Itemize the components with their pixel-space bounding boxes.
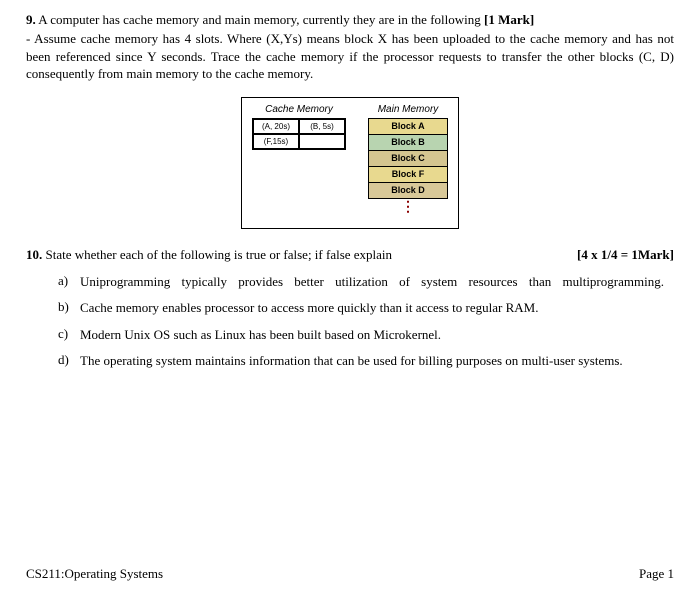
option-text: The operating system maintains informati…	[80, 352, 674, 370]
page-number: Page 1	[639, 566, 674, 582]
option-text: Modern Unix OS such as Linux has been bu…	[80, 326, 674, 344]
option-c: c) Modern Unix OS such as Linux has been…	[58, 326, 674, 344]
memory-block: Block B	[368, 134, 448, 151]
option-letter: c)	[58, 326, 80, 344]
option-d: d) The operating system maintains inform…	[58, 352, 674, 370]
cache-cell: (B, 5s)	[299, 119, 345, 134]
q9-body: - Assume cache memory has 4 slots. Where…	[26, 30, 674, 83]
cache-cell: (A, 20s)	[253, 119, 299, 134]
cache-row-1: (F,15s)	[253, 134, 345, 149]
option-text: Cache memory enables processor to access…	[80, 299, 674, 317]
page-footer: CS211:Operating Systems Page 1	[26, 566, 674, 582]
cache-section: Cache Memory (A, 20s) (B, 5s) (F,15s)	[252, 104, 346, 150]
q10-mark: [4 x 1/4 = 1Mark]	[577, 247, 674, 263]
ellipsis-icon: ⋮	[368, 198, 448, 218]
option-letter: d)	[58, 352, 80, 370]
q10-number: 10.	[26, 247, 42, 262]
memory-block: Block C	[368, 150, 448, 167]
q9-number: 9.	[26, 12, 36, 27]
course-code: CS211:Operating Systems	[26, 566, 163, 582]
q10-options: a) Uniprogramming typically provides bet…	[26, 273, 674, 370]
memory-block: Block A	[368, 118, 448, 135]
cache-title: Cache Memory	[265, 104, 333, 115]
q10-header: 10. State whether each of the following …	[26, 247, 674, 263]
option-letter: a)	[58, 273, 80, 291]
cache-row-0: (A, 20s) (B, 5s)	[253, 119, 345, 134]
cache-grid: (A, 20s) (B, 5s) (F,15s)	[252, 118, 346, 150]
memory-block: Block F	[368, 166, 448, 183]
cache-cell	[299, 134, 345, 149]
q10-intro: State whether each of the following is t…	[46, 247, 393, 262]
cache-cell: (F,15s)	[253, 134, 299, 149]
option-a: a) Uniprogramming typically provides bet…	[58, 273, 674, 291]
main-memory-section: Main Memory Block A Block B Block C Bloc…	[368, 104, 448, 218]
memory-diagram: Cache Memory (A, 20s) (B, 5s) (F,15s) Ma…	[26, 97, 674, 229]
option-b: b) Cache memory enables processor to acc…	[58, 299, 674, 317]
q9-mark: [1 Mark]	[484, 12, 534, 27]
main-memory-title: Main Memory	[378, 104, 439, 115]
memory-block: Block D	[368, 182, 448, 199]
option-text: Uniprogramming typically provides better…	[80, 273, 674, 291]
q9-header: 9. A computer has cache memory and main …	[26, 12, 674, 28]
q9-intro: A computer has cache memory and main mem…	[38, 12, 480, 27]
diagram-container: Cache Memory (A, 20s) (B, 5s) (F,15s) Ma…	[241, 97, 459, 229]
main-memory-stack: Block A Block B Block C Block F Block D …	[368, 118, 448, 218]
option-letter: b)	[58, 299, 80, 317]
